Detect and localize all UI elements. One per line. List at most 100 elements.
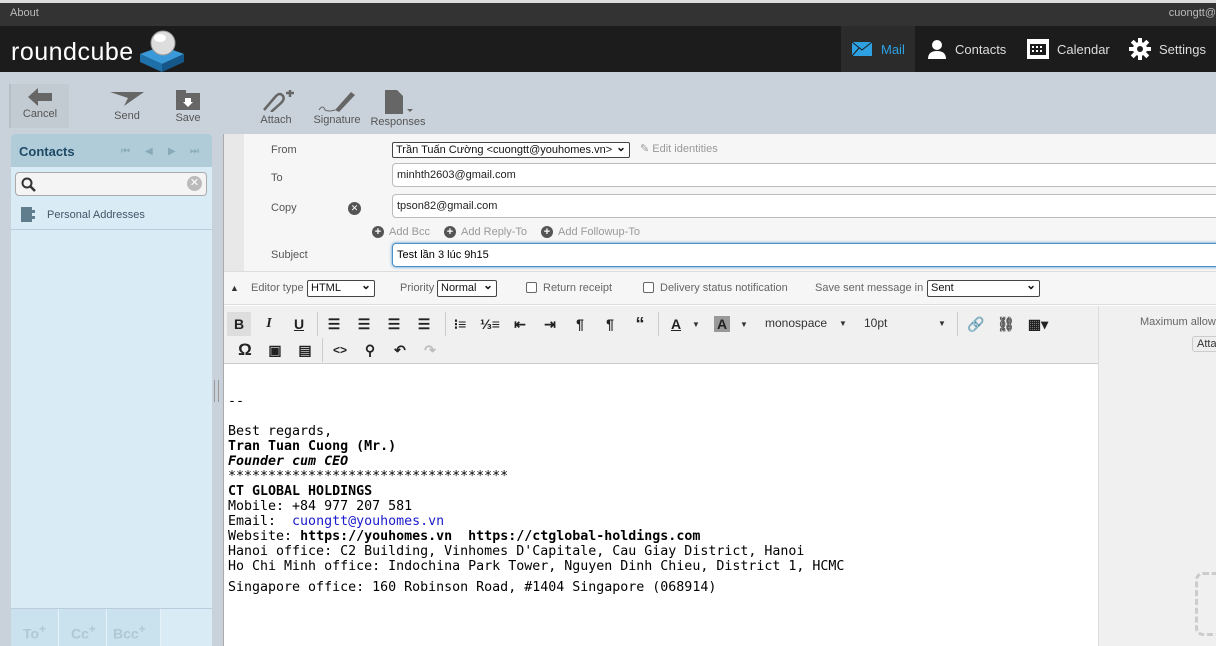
last-page-icon[interactable]: ⏭ bbox=[190, 146, 199, 157]
plus-circle-icon: + bbox=[444, 226, 456, 238]
outdent-icon[interactable]: ⇤ bbox=[508, 312, 532, 336]
prev-page-icon[interactable]: ◀ bbox=[145, 146, 153, 157]
save-sent-select[interactable]: Sent bbox=[927, 278, 1040, 297]
table-icon[interactable]: ▦▾ bbox=[1026, 312, 1050, 336]
nav-settings-label: Settings bbox=[1159, 41, 1206, 57]
panel-splitter[interactable] bbox=[214, 380, 219, 402]
folder-save-icon bbox=[176, 90, 200, 110]
nav-calendar-label: Calendar bbox=[1057, 41, 1110, 57]
text-color-icon[interactable]: A bbox=[664, 312, 688, 336]
save-button[interactable]: Save bbox=[158, 86, 218, 124]
responses-button[interactable]: Responses bbox=[368, 86, 428, 128]
unlink-icon[interactable]: ⛓ bbox=[994, 312, 1018, 336]
justify-icon[interactable]: ☰ bbox=[412, 312, 436, 336]
message-body-editor[interactable]: -- Best regards, Tran Tuan Cuong (Mr.) F… bbox=[228, 364, 1088, 602]
ltr-icon[interactable]: ¶ bbox=[568, 312, 592, 336]
top-bar: About cuongtt@ bbox=[0, 0, 1216, 26]
save-sent-label: Save sent message in bbox=[815, 282, 924, 294]
align-left-icon[interactable]: ☰ bbox=[322, 312, 346, 336]
text-color-dropdown-icon[interactable]: ▼ bbox=[692, 320, 700, 329]
attachment-panel: Maximum allowe Atta bbox=[1098, 306, 1216, 646]
add-bcc-link[interactable]: + Add Bcc bbox=[372, 226, 430, 238]
underline-icon[interactable]: U bbox=[287, 312, 311, 336]
align-center-icon[interactable]: ☰ bbox=[352, 312, 376, 336]
nav-settings[interactable]: Settings bbox=[1119, 26, 1216, 72]
rtl-icon[interactable]: ¶ bbox=[598, 312, 622, 336]
bullet-list-icon[interactable]: ⁝≡ bbox=[448, 312, 472, 336]
copy-input[interactable]: tpson82@gmail.com bbox=[392, 194, 1216, 218]
add-cc-button[interactable]: Cc+ bbox=[59, 609, 107, 646]
gear-icon bbox=[1129, 38, 1151, 60]
return-receipt-checkbox[interactable]: Return receipt bbox=[526, 282, 612, 294]
source-code-icon[interactable]: <> bbox=[328, 338, 352, 362]
nav-mail[interactable]: Mail bbox=[841, 26, 915, 72]
add-to-button[interactable]: To+ bbox=[11, 609, 59, 646]
align-right-icon[interactable]: ☰ bbox=[382, 312, 406, 336]
compose-options: ▲ Editor type HTML Priority Normal Retur… bbox=[224, 271, 1216, 305]
attach-file-button[interactable]: Atta bbox=[1192, 336, 1216, 352]
signature-button[interactable]: Signature bbox=[307, 86, 367, 126]
pen-signature-icon bbox=[318, 92, 355, 112]
blockquote-icon[interactable]: “ bbox=[628, 312, 652, 336]
plus-circle-icon: + bbox=[541, 226, 553, 238]
nav-calendar[interactable]: Calendar bbox=[1017, 26, 1120, 72]
edit-identities-link[interactable]: ✎ Edit identities bbox=[640, 142, 718, 155]
first-page-icon[interactable]: ⏮ bbox=[121, 146, 130, 157]
subject-label: Subject bbox=[271, 249, 308, 261]
logo-cube-icon bbox=[140, 30, 184, 72]
editor-type-label: Editor type bbox=[251, 282, 304, 294]
from-select[interactable]: Trần Tuấn Cường <cuongtt@youhomes.vn> bbox=[392, 140, 630, 158]
find-replace-icon[interactable]: ⚲ bbox=[358, 338, 382, 362]
subject-input[interactable]: Test lần 3 lúc 9h15 bbox=[392, 243, 1216, 267]
remove-copy-icon[interactable]: ✕ bbox=[348, 202, 361, 215]
next-page-icon[interactable]: ▶ bbox=[168, 146, 176, 157]
clear-search-icon[interactable]: ✕ bbox=[187, 176, 202, 191]
link-icon[interactable]: 🔗 bbox=[964, 312, 988, 336]
editor-type-select[interactable]: HTML bbox=[307, 278, 375, 297]
attach-label: Attach bbox=[260, 114, 292, 126]
redo-icon[interactable]: ↷ bbox=[418, 338, 442, 362]
indent-icon[interactable]: ⇥ bbox=[538, 312, 562, 336]
media-icon[interactable]: ▤ bbox=[293, 338, 317, 362]
priority-select[interactable]: Normal bbox=[437, 278, 497, 297]
add-bcc-button[interactable]: Bcc+ bbox=[107, 609, 161, 646]
from-label: From bbox=[271, 144, 297, 156]
arrow-left-icon bbox=[28, 88, 52, 106]
contacts-search-input[interactable]: ✕ bbox=[15, 172, 207, 196]
add-followup-to-link[interactable]: + Add Followup-To bbox=[541, 226, 640, 238]
send-button[interactable]: Send bbox=[97, 86, 157, 122]
contacts-panel: Contacts ⏮ ◀ ▶ ⏭ ✕ Personal Addresses To… bbox=[11, 134, 212, 646]
image-icon[interactable]: ▣ bbox=[263, 338, 287, 362]
numbered-list-icon[interactable]: ⅓≡ bbox=[478, 312, 502, 336]
collapse-headers-icon[interactable]: ▲ bbox=[230, 283, 239, 293]
cancel-button[interactable]: Cancel bbox=[9, 84, 69, 128]
nav-contacts-label: Contacts bbox=[955, 41, 1007, 57]
font-size-select[interactable]: 10pt ▼ bbox=[864, 316, 949, 330]
special-char-icon[interactable]: Ω bbox=[233, 338, 257, 362]
max-size-text: Maximum allowe bbox=[1140, 316, 1216, 328]
address-book-label: Personal Addresses bbox=[47, 209, 145, 221]
attach-button[interactable]: Attach bbox=[246, 86, 306, 126]
font-family-select[interactable]: monospace ▼ bbox=[765, 316, 855, 330]
dsn-checkbox[interactable]: Delivery status notification bbox=[643, 282, 788, 294]
undo-icon[interactable]: ↶ bbox=[388, 338, 412, 362]
italic-icon[interactable]: I bbox=[257, 312, 281, 336]
email-link[interactable]: cuongtt@youhomes.vn bbox=[292, 514, 444, 529]
address-book-personal[interactable]: Personal Addresses bbox=[11, 202, 212, 230]
username: cuongtt@ bbox=[1168, 7, 1216, 19]
compose-area: From Trần Tuấn Cường <cuongtt@youhomes.v… bbox=[223, 134, 1216, 646]
bg-color-icon[interactable]: A bbox=[714, 316, 730, 332]
priority-label: Priority bbox=[400, 282, 435, 294]
bold-icon[interactable]: B bbox=[227, 312, 251, 336]
contacts-footer: To+ Cc+ Bcc+ bbox=[11, 608, 212, 646]
add-reply-to-link[interactable]: + Add Reply-To bbox=[444, 226, 527, 238]
paperclip-icon bbox=[263, 90, 294, 112]
about-link[interactable]: About bbox=[10, 7, 39, 19]
envelope-icon bbox=[851, 41, 873, 57]
document-icon bbox=[385, 90, 413, 114]
nav-contacts[interactable]: Contacts bbox=[917, 26, 1016, 72]
save-label: Save bbox=[175, 112, 201, 124]
drop-zone[interactable] bbox=[1195, 572, 1216, 636]
bg-color-dropdown-icon[interactable]: ▼ bbox=[740, 320, 748, 329]
to-input[interactable]: minhth2603@gmail.com bbox=[392, 163, 1216, 187]
